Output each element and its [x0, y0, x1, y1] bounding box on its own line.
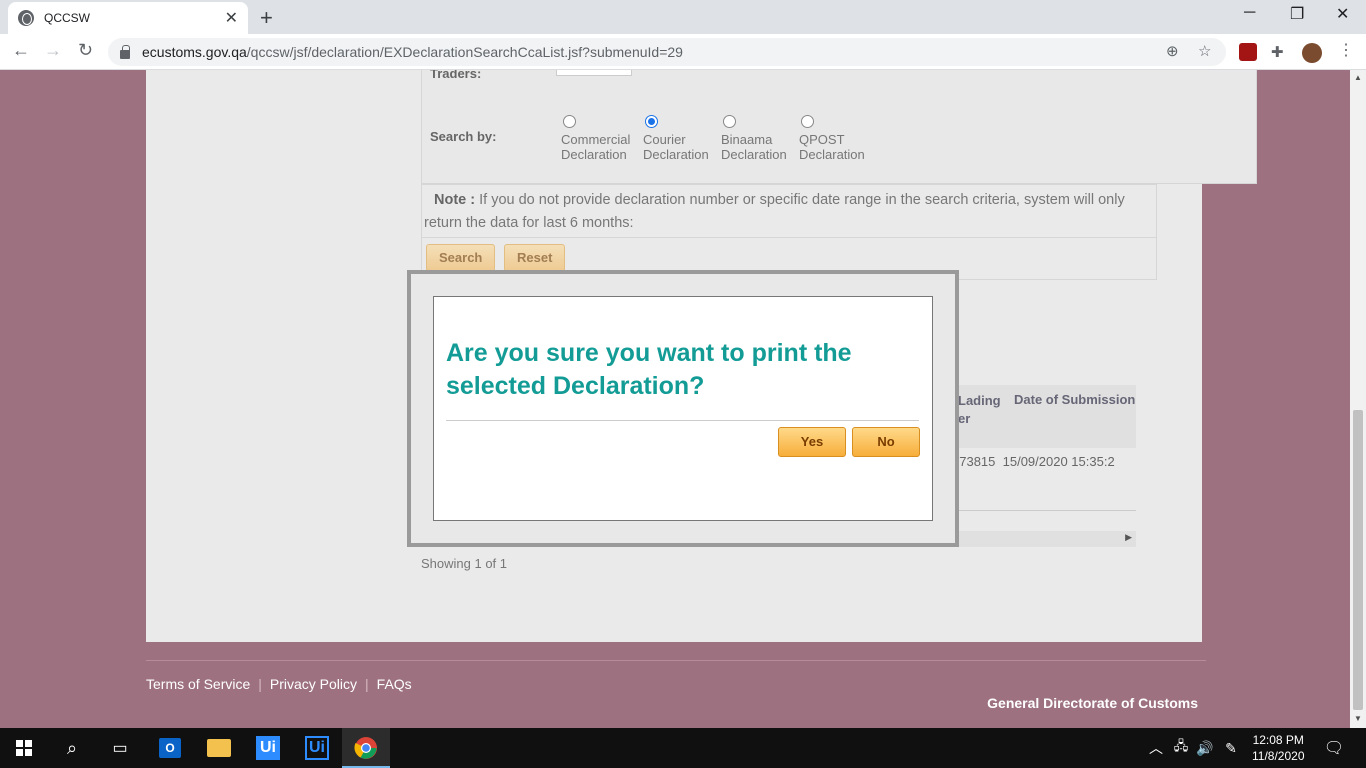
profile-avatar[interactable] [1302, 43, 1322, 63]
search-note: Note : If you do not provide declaration… [421, 184, 1157, 238]
windows-taskbar: ⌕ ▭ O Ui Ui ︿ 🖧 🔊 ✎ 12:08 PM 11/8/2020 🗨 [0, 728, 1366, 768]
pagination-status: Showing 1 of 1 [421, 556, 508, 571]
window-close-icon[interactable]: ✕ [1336, 4, 1349, 24]
tab-close-icon[interactable]: ✕ [225, 8, 238, 28]
radio-courier-declaration[interactable]: Courier Declaration [643, 115, 709, 162]
minimize-icon[interactable]: ─ [1244, 4, 1255, 22]
tab-title: QCCSW [44, 11, 90, 25]
menu-kebab-icon[interactable]: ⋮ [1338, 40, 1354, 60]
confirm-print-dialog: Are you sure you want to print the selec… [407, 270, 959, 547]
footer-links: Terms of Service | Privacy Policy | FAQs [146, 676, 412, 692]
table-row[interactable]: 073815 15/09/2020 15:35:2 [952, 454, 1136, 469]
browser-tab[interactable]: QCCSW ✕ [8, 2, 248, 34]
lock-icon [120, 44, 130, 59]
uipath-studio-icon[interactable]: Ui [244, 728, 292, 768]
task-view-icon[interactable]: ▭ [96, 728, 144, 768]
scroll-up-icon[interactable]: ▲ [1354, 73, 1362, 82]
traders-input[interactable] [556, 70, 632, 76]
cell-date-of-submission: 15/09/2020 15:35:2 [1002, 454, 1115, 469]
reset-button[interactable]: Reset [504, 244, 566, 272]
privacy-policy-link[interactable]: Privacy Policy [270, 676, 357, 692]
note-text: If you do not provide declaration number… [424, 192, 1125, 231]
terms-of-service-link[interactable]: Terms of Service [146, 676, 250, 692]
search-by-label: Search by: [430, 129, 497, 144]
header-bill-of-lading-line2: er [958, 411, 971, 426]
volume-icon[interactable]: 🔊 [1194, 728, 1216, 768]
browser-toolbar: ← → ↻ ecustoms.gov.qa/qccsw/jsf/declarat… [0, 34, 1366, 70]
uipath-robot-icon[interactable]: Ui [293, 728, 341, 768]
notifications-icon[interactable]: 🗨 [1320, 728, 1348, 768]
bookmark-star-icon[interactable]: ☆ [1198, 42, 1211, 60]
forward-icon[interactable]: → [44, 40, 62, 61]
radio-button[interactable] [563, 115, 576, 128]
radio-button[interactable] [801, 115, 814, 128]
outlook-icon[interactable]: O [146, 728, 194, 768]
header-date-of-submission[interactable]: Date of Submission [1014, 392, 1135, 407]
dialog-divider [446, 420, 919, 421]
windows-start-icon[interactable] [0, 728, 48, 768]
clock-date: 11/8/2020 [1252, 749, 1305, 763]
globe-icon [18, 10, 34, 26]
footer-divider [146, 660, 1206, 661]
pdf-extension-icon[interactable] [1239, 43, 1257, 61]
dialog-body: Are you sure you want to print the selec… [433, 296, 933, 521]
clock-time: 12:08 PM [1252, 733, 1304, 747]
radio-qpost-declaration[interactable]: QPOST Declaration [799, 115, 865, 162]
address-bar[interactable]: ecustoms.gov.qa/qccsw/jsf/declaration/EX… [108, 38, 1226, 66]
dialog-message: Are you sure you want to print the selec… [446, 339, 852, 400]
radio-button[interactable] [723, 115, 736, 128]
note-label: Note : [434, 192, 476, 208]
scroll-down-icon[interactable]: ▼ [1354, 714, 1362, 723]
pen-icon[interactable]: ✎ [1220, 728, 1242, 768]
radio-binaama-declaration[interactable]: Binaama Declaration [721, 115, 787, 162]
search-button[interactable]: Search [426, 244, 496, 272]
reload-icon[interactable]: ↻ [78, 40, 93, 61]
no-button[interactable]: No [852, 427, 920, 457]
traders-label: Traders: [430, 70, 482, 81]
network-icon[interactable]: 🖧 [1170, 728, 1192, 768]
page-viewport: Traders: Search by: Commercial Declarati… [0, 70, 1350, 728]
chrome-icon[interactable] [342, 728, 390, 768]
radio-button-checked[interactable] [645, 115, 658, 128]
file-explorer-icon[interactable] [195, 728, 243, 768]
search-criteria-panel: Traders: Search by: Commercial Declarati… [421, 70, 1257, 184]
horizontal-scrollbar[interactable]: ▶ [952, 531, 1136, 547]
yes-button[interactable]: Yes [778, 427, 846, 457]
scrollbar-thumb[interactable] [1353, 410, 1363, 710]
footer-organization: General Directorate of Customs [987, 695, 1198, 711]
new-tab-button[interactable]: + [260, 5, 273, 31]
footer-separator: | [258, 676, 262, 692]
restore-icon[interactable]: ❐ [1290, 4, 1304, 24]
search-icon[interactable]: ⌕ [48, 728, 96, 768]
extensions-puzzle-icon[interactable]: ✚ [1271, 43, 1284, 61]
zoom-icon[interactable]: ⊕ [1166, 42, 1179, 60]
header-bill-of-lading: Lading [958, 393, 1001, 408]
system-clock[interactable]: 12:08 PM 11/8/2020 [1252, 732, 1305, 764]
url-text: ecustoms.gov.qa/qccsw/jsf/declaration/EX… [142, 44, 683, 60]
radio-commercial-declaration[interactable]: Commercial Declaration [561, 115, 630, 162]
faqs-link[interactable]: FAQs [377, 676, 412, 692]
back-icon[interactable]: ← [12, 40, 30, 61]
browser-tab-strip: QCCSW ✕ + ─ ❐ ✕ [0, 0, 1366, 34]
vertical-scrollbar[interactable]: ▲ ▼ [1350, 70, 1366, 728]
row-divider [952, 510, 1136, 511]
scroll-right-icon[interactable]: ▶ [1125, 532, 1132, 543]
results-grid-header: Lading er Date of Submission [952, 385, 1136, 448]
tray-chevron-icon[interactable]: ︿ [1146, 728, 1166, 768]
footer-separator: | [365, 676, 369, 692]
